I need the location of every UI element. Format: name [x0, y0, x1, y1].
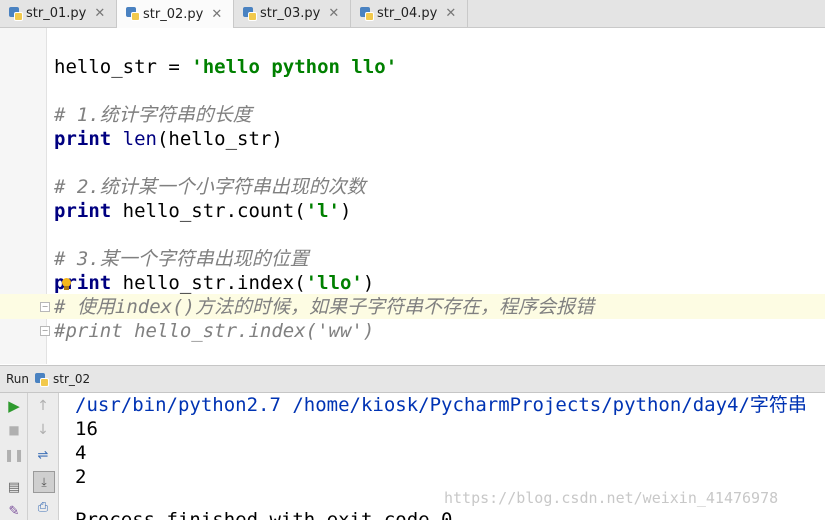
run-config-name[interactable]: str_02 [53, 372, 90, 386]
python-file-icon [243, 6, 257, 21]
python-file-icon [360, 6, 374, 21]
console-finish-line: Process finished with exit code 0 [75, 509, 453, 520]
scroll-to-end-icon[interactable]: ⤓ [33, 471, 55, 493]
console-output-line: 2 [75, 466, 87, 488]
tab-str-04[interactable]: str_04.py ✕ [351, 0, 468, 27]
tab-str-03[interactable]: str_03.py ✕ [234, 0, 351, 27]
code-comment-4: # 使用index()方法的时候，如果子字符串不存在，程序会报错 [54, 296, 594, 318]
code-comment-5: #print hello_str.index('ww') [54, 320, 375, 342]
tab-str-02[interactable]: str_02.py ✕ [117, 0, 234, 28]
tab-label: str_02.py [143, 6, 204, 22]
soft-wrap-icon[interactable]: ⇌ [33, 445, 53, 465]
console-output-line: 4 [75, 442, 87, 464]
rerun-icon[interactable]: ▶ [4, 396, 24, 416]
run-label: Run [6, 372, 30, 386]
code-line-1: hello_str = 'hello python llo' [54, 56, 398, 78]
console-command-line: /usr/bin/python2.7 /home/kiosk/PycharmPr… [75, 394, 807, 416]
console-output-line: 16 [75, 418, 98, 440]
python-config-icon [35, 372, 50, 387]
layout-icon[interactable]: ▤ [4, 477, 24, 497]
close-icon[interactable]: ✕ [328, 6, 339, 21]
editor-tab-bar: str_01.py ✕ str_02.py ✕ str_03.py ✕ str_… [0, 0, 825, 28]
code-comment-1: # 1.统计字符串的长度 [54, 104, 252, 126]
scroll-down-icon[interactable]: ↓ [33, 420, 53, 440]
run-panel-header: Run str_02 [0, 365, 825, 393]
fold-marker-icon[interactable]: − [40, 302, 50, 312]
tab-label: str_04.py [377, 6, 438, 21]
python-file-icon [126, 7, 140, 21]
code-line-print-len: print len(hello_str) [54, 128, 283, 150]
code-line-print-count: print hello_str.count('l') [54, 200, 352, 222]
code-editor[interactable]: hello_str = 'hello python llo' # 1.统计字符串… [0, 28, 825, 364]
run-toolbar-right: ↑ ↓ ⇌ ⤓ ⎙ [28, 393, 59, 520]
code-comment-2: # 2.统计某一个小字符串出现的次数 [54, 176, 366, 198]
fold-marker-icon[interactable]: − [40, 326, 50, 336]
tab-str-01[interactable]: str_01.py ✕ [0, 0, 117, 27]
code-comment-3: # 3.某一个字符串出现的位置 [54, 248, 309, 270]
run-toolbar-left: ▶ ■ ❚❚ ▤ ✎ [0, 393, 28, 520]
tab-label: str_03.py [260, 6, 321, 21]
pin-icon[interactable]: ✎ [4, 501, 24, 521]
watermark-text: https://blog.csdn.net/weixin_41476978 [444, 489, 779, 507]
tab-label: str_01.py [26, 6, 87, 21]
pause-icon[interactable]: ❚❚ [4, 445, 24, 465]
code-line-print-index: print hello_str.index('llo') [54, 272, 375, 294]
close-icon[interactable]: ✕ [94, 6, 105, 21]
scroll-up-icon[interactable]: ↑ [33, 396, 53, 416]
print-icon[interactable]: ⎙ [33, 497, 53, 517]
python-file-icon [9, 6, 23, 21]
close-icon[interactable]: ✕ [211, 7, 222, 22]
close-icon[interactable]: ✕ [445, 6, 456, 21]
lightbulb-icon[interactable] [61, 278, 72, 290]
stop-icon[interactable]: ■ [4, 420, 24, 440]
